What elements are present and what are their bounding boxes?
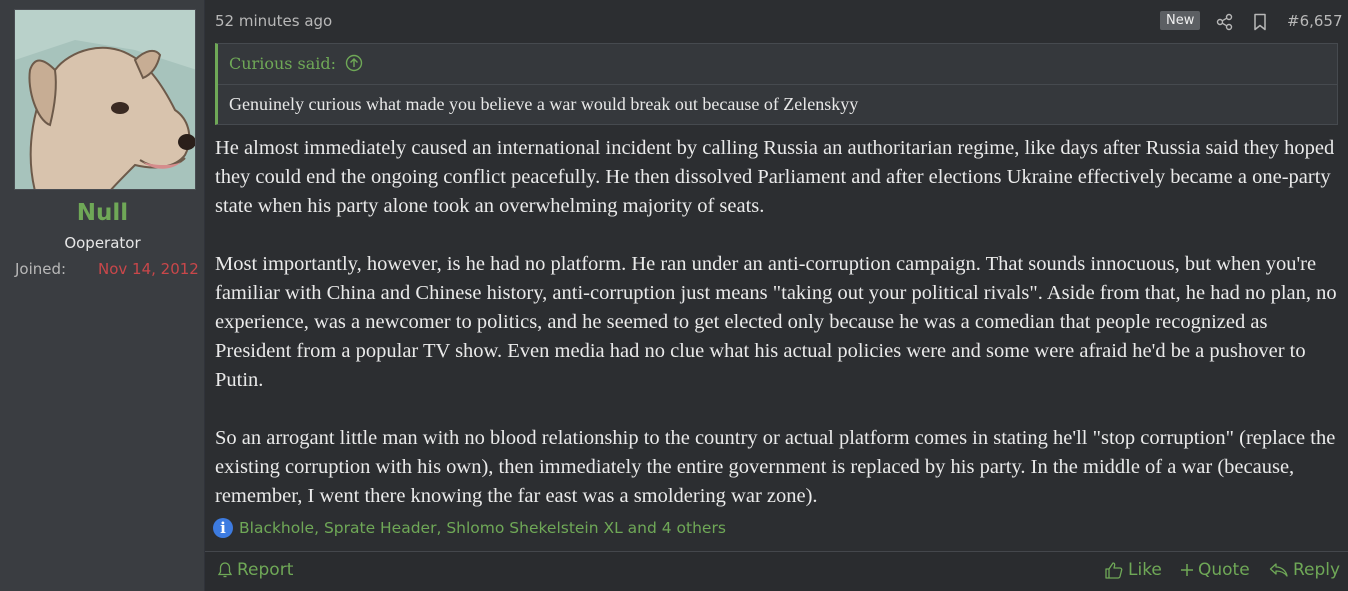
plus-icon: [1181, 564, 1193, 576]
reactions-bar[interactable]: i Blackhole, Sprate Header, Shlomo Sheke…: [213, 518, 726, 538]
post-main: 52 minutes ago New #6,657 Curious said: …: [205, 0, 1348, 591]
quote-label: Quote: [1198, 560, 1250, 580]
joined-label: Joined:: [15, 260, 67, 278]
post-paragraph: He almost immediately caused an internat…: [215, 137, 1335, 217]
quote-author[interactable]: Curious said:: [229, 54, 336, 73]
share-icon[interactable]: [1216, 13, 1234, 31]
report-label: Report: [237, 560, 294, 580]
like-label: Like: [1128, 560, 1162, 580]
post-paragraph: Most importantly, however, is he had no …: [215, 253, 1337, 391]
new-badge: New: [1160, 11, 1201, 30]
post-body: He almost immediately caused an internat…: [215, 134, 1348, 511]
username[interactable]: Null: [0, 200, 205, 226]
reply-icon: [1269, 563, 1288, 577]
post-actions: Report Like Quote Reply: [205, 551, 1348, 591]
reply-button[interactable]: Reply: [1269, 560, 1340, 580]
dog-avatar-image: [15, 10, 195, 189]
thumbs-up-icon: [1105, 562, 1123, 579]
user-sidebar: Null Ooperator Joined: Nov 14, 2012: [0, 0, 205, 591]
joined-date: Nov 14, 2012: [98, 260, 199, 278]
info-icon: i: [213, 518, 233, 538]
post-paragraph: So an arrogant little man with no blood …: [215, 427, 1336, 507]
quote-text: Genuinely curious what made you believe …: [229, 94, 859, 114]
user-title: Ooperator: [64, 234, 141, 252]
quote-button[interactable]: Quote: [1180, 560, 1250, 580]
report-button[interactable]: Report: [217, 560, 293, 580]
forum-post: Null Ooperator Joined: Nov 14, 2012 52 m…: [0, 0, 1348, 591]
quote-block: Curious said: Genuinely curious what mad…: [215, 43, 1338, 125]
arrow-up-circle-icon[interactable]: [345, 54, 363, 72]
bookmark-icon[interactable]: [1252, 13, 1268, 31]
reactions-list[interactable]: Blackhole, Sprate Header, Shlomo Shekels…: [239, 519, 726, 537]
post-timestamp[interactable]: 52 minutes ago: [215, 12, 332, 30]
avatar[interactable]: [14, 9, 196, 190]
quote-header[interactable]: Curious said:: [218, 44, 1337, 85]
like-button[interactable]: Like: [1104, 560, 1162, 580]
post-number-link[interactable]: #6,657: [1287, 12, 1343, 30]
bell-icon: [217, 562, 233, 578]
reply-label: Reply: [1293, 560, 1341, 580]
